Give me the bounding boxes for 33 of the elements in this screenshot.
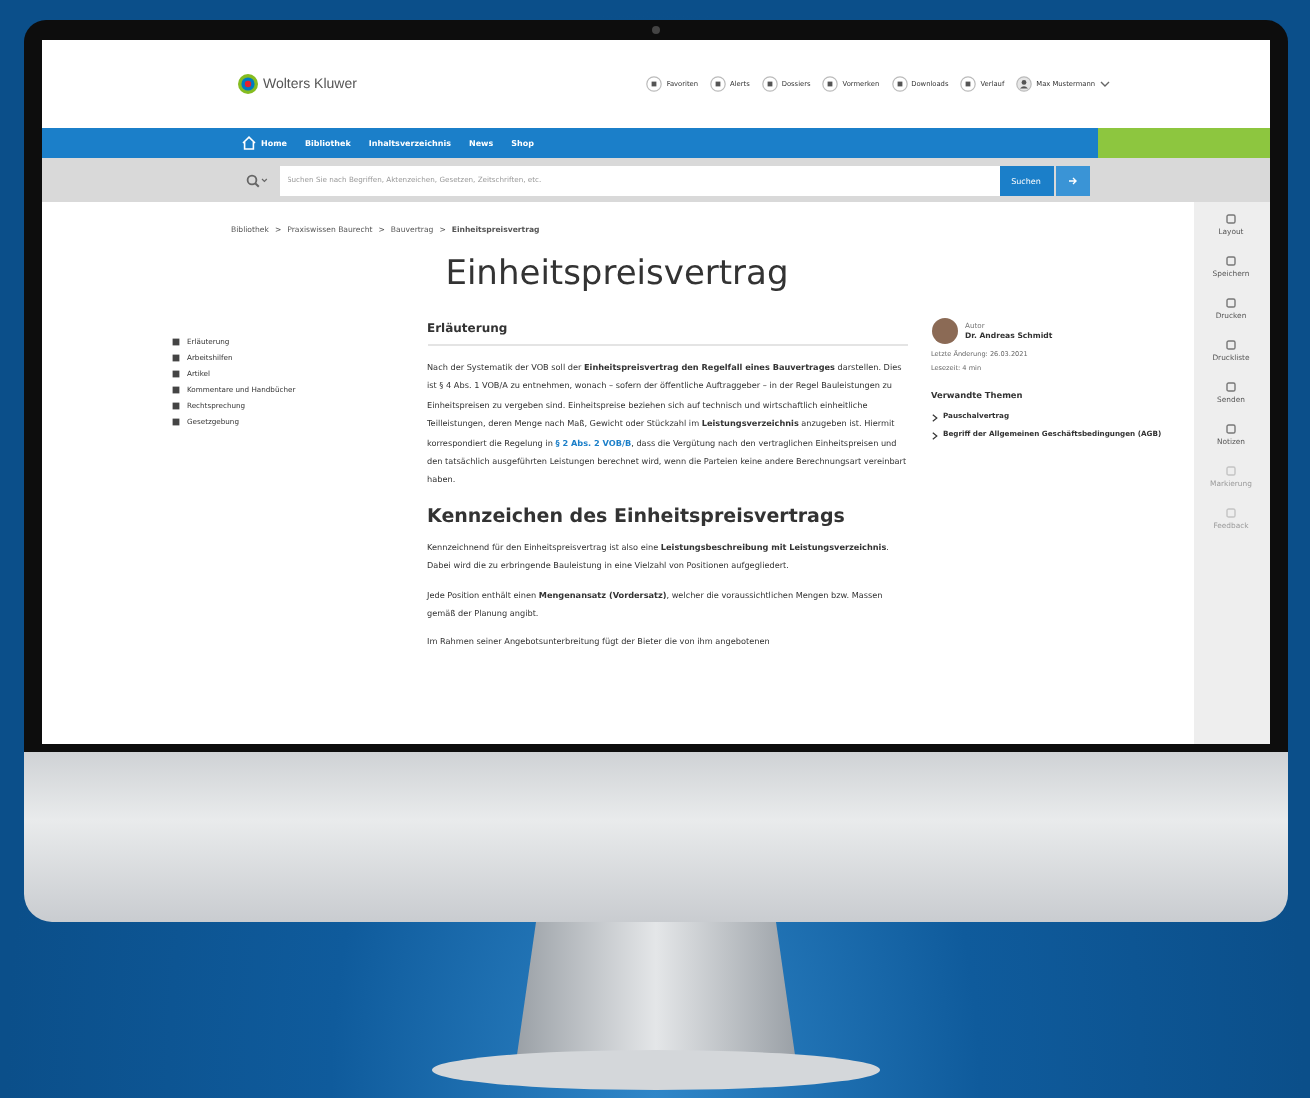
square-icon — [171, 386, 179, 394]
square-icon — [1226, 424, 1236, 434]
square-icon — [1225, 214, 1236, 224]
square-icon — [171, 418, 179, 426]
square-icon — [171, 370, 179, 378]
square-icon — [1226, 256, 1236, 266]
user-icon — [1016, 76, 1033, 92]
square-icon — [1225, 466, 1236, 476]
circle-icon — [646, 76, 663, 92]
circle-icon — [891, 76, 908, 92]
circle-icon — [710, 76, 727, 92]
chevron-icon — [931, 432, 937, 440]
camera-icon — [651, 26, 659, 34]
square-icon — [171, 402, 179, 410]
home-icon — [241, 136, 255, 150]
caret-icon — [1099, 80, 1109, 88]
search-icon — [245, 173, 267, 187]
avatar — [931, 318, 957, 344]
circle-icon — [960, 76, 977, 92]
square-icon — [171, 338, 179, 346]
page-title: Einheitspreisvertrag — [443, 252, 791, 298]
arrow-button[interactable] — [1055, 165, 1089, 195]
square-icon — [1225, 340, 1236, 350]
circle-icon — [822, 76, 839, 92]
circle-icon — [761, 76, 778, 92]
square-icon — [171, 354, 179, 362]
square-icon — [1226, 382, 1236, 392]
arrow-icon — [1067, 175, 1077, 185]
square-icon — [1226, 298, 1236, 308]
section-heading: Kennzeichen des Einheitspreisvertrags — [427, 505, 847, 528]
chevron-icon — [931, 414, 937, 422]
square-icon — [1226, 508, 1236, 518]
logo-icon — [237, 74, 257, 94]
